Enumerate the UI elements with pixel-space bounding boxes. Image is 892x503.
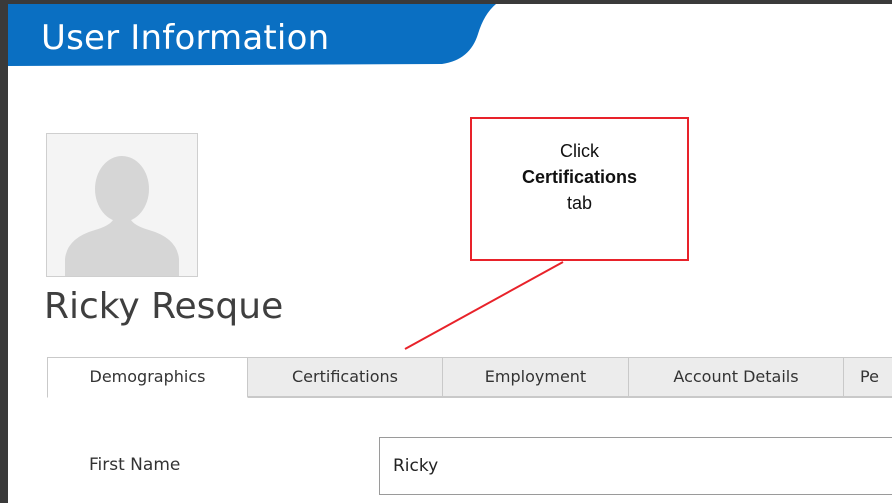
callout-line-3: tab: [566, 193, 593, 213]
callout-line-2: Certifications: [521, 167, 638, 187]
tab-demographics[interactable]: Demographics: [47, 357, 248, 398]
first-name-field[interactable]: [379, 437, 892, 495]
user-name: Ricky Resque: [44, 286, 284, 327]
tab-account-details[interactable]: Account Details: [629, 357, 844, 397]
avatar: [46, 133, 198, 277]
person-silhouette-icon: [47, 134, 197, 276]
tab-employment[interactable]: Employment: [443, 357, 629, 397]
tab-bar: Demographics Certifications Employment A…: [47, 357, 892, 398]
page-header: User Information: [8, 4, 892, 88]
tab-partial[interactable]: Pe: [844, 357, 892, 397]
callout-line-1: Click: [560, 141, 599, 161]
first-name-label: First Name: [89, 455, 181, 475]
page-title: User Information: [41, 18, 330, 58]
instruction-callout: Click Certifications tab: [470, 117, 689, 261]
tab-certifications[interactable]: Certifications: [248, 357, 443, 397]
